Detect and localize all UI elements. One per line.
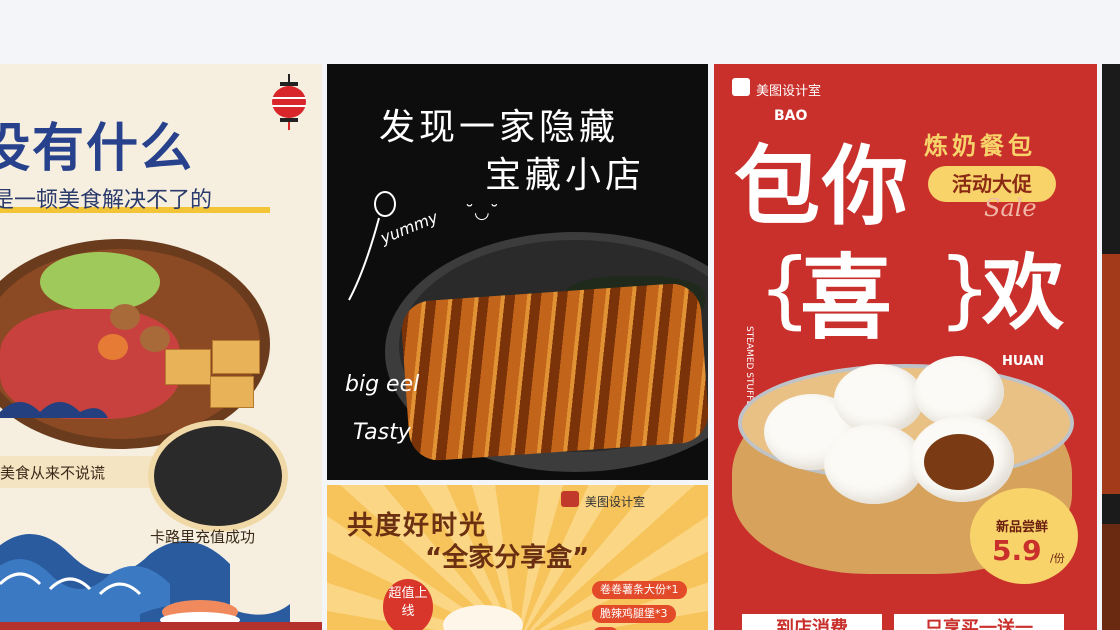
poster-title-line2: 宝藏小店	[485, 155, 646, 196]
price-label: 新品尝鲜	[996, 520, 1049, 535]
wave-illustration	[0, 534, 290, 630]
headline-part1: 包你	[734, 137, 910, 237]
price-value: 5.9	[992, 534, 1042, 567]
poster-title-line1: 发现一家隐藏	[379, 107, 620, 148]
sale-script: Sale	[984, 194, 1037, 222]
tofu-image	[210, 376, 254, 408]
slogan-text: 卡路里充值成功	[150, 528, 256, 546]
mushroom-image	[110, 304, 140, 330]
lantern-icon	[272, 74, 306, 130]
price-unit: /份	[1050, 552, 1065, 565]
value-badge: 超值上线	[383, 579, 433, 630]
cloud-icon	[0, 402, 108, 418]
poster-fragment	[1102, 254, 1120, 494]
side-title: 炼奶餐包	[924, 132, 1036, 160]
bun-image	[824, 424, 924, 504]
brand-logo-icon	[561, 491, 579, 507]
bottom-tag-left: 到店消费	[742, 614, 882, 630]
next-row-card-peek[interactable]	[0, 622, 322, 630]
slogan-text: 美食从来不说谎	[0, 464, 106, 482]
smile-doodle: ˘◡˘	[465, 202, 499, 223]
menu-item: 卷卷薯条大份*1	[592, 581, 687, 599]
grilled-eel-image	[399, 281, 708, 463]
poster-title-line2: “全家分享盒”	[425, 543, 590, 573]
menu-item: 脆辣鸡腿堡*3	[592, 605, 676, 623]
poster-card-hotpot[interactable]: 没有什么 是一顿美食解决不了的 美食从来不说谎 卡路里充值成功	[0, 64, 322, 630]
poster-card-partial[interactable]	[1102, 64, 1120, 630]
tofu-image	[165, 349, 211, 385]
poster-fragment	[1102, 524, 1120, 630]
headline-part3: 欢	[982, 246, 1065, 341]
slogan-note-2: 卡路里充值成功	[130, 522, 280, 552]
big-eel-doodle: big eel	[345, 372, 420, 397]
cabbage-image	[40, 252, 160, 312]
bun-filling-image	[924, 434, 994, 490]
stew-bowl-image	[148, 420, 288, 532]
poster-card-family-box[interactable]: 美图设计室 共度好时光 “全家分享盒” 超值上线 卷卷薯条大份*1 脆辣鸡腿堡*…	[327, 485, 708, 630]
top-bar	[0, 0, 1120, 64]
tofu-image	[212, 340, 260, 374]
huan-label: HUAN	[1002, 354, 1044, 369]
poster-card-bao[interactable]: 美图设计室 BAO 包你 炼奶餐包 活动大促 Sale { 喜 } 欢 HUAN…	[714, 64, 1097, 630]
poster-title: 没有什么	[0, 119, 195, 179]
brand-name: 美图设计室	[756, 84, 822, 99]
poster-card-eel[interactable]: 发现一家隐藏 宝藏小店 ˘◡˘ yummy big eel Tasty	[327, 64, 708, 480]
headline-part2: 喜	[800, 245, 893, 352]
brand-logo-icon	[732, 78, 750, 96]
poster-subtitle: 是一顿美食解决不了的	[0, 188, 213, 213]
carrot-image	[98, 334, 128, 360]
bottom-tag-right: 只享买一送一	[894, 614, 1064, 630]
tasty-doodle: Tasty	[353, 420, 411, 445]
spoon-doodle-icon	[348, 191, 396, 301]
brand-name: 美图设计室	[585, 495, 646, 509]
slogan-note-1: 美食从来不说谎	[0, 456, 170, 488]
